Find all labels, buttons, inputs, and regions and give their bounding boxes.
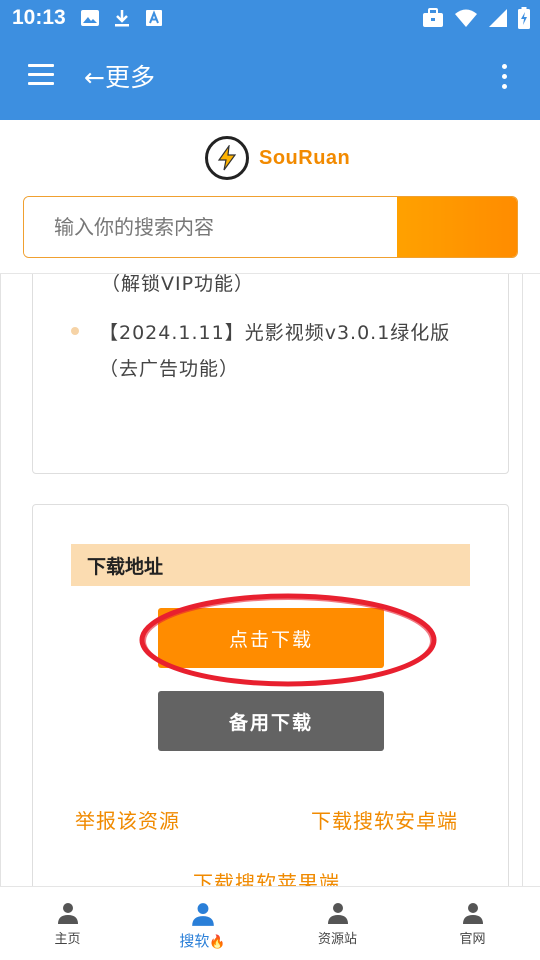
android-app-link[interactable]: 下载搜软安卓端 [311,805,458,834]
version-note: （解锁VIP功能） [101,274,255,295]
download-card: 下载地址 点击下载 备用下载 举报该资源 下载搜软安卓端 下载搜软苹果端 [32,504,509,886]
download-header: 下载地址 [71,544,470,586]
brand-name: SouRuan [259,146,351,169]
nav-label: 主页 [54,932,81,947]
nav-item-home[interactable]: 主页 [0,887,135,960]
page-title[interactable]: ←更多 [84,58,155,94]
person-icon [191,903,214,926]
briefcase-icon [422,8,444,32]
search-input[interactable] [24,197,397,257]
status-bar: 10:13 [0,0,540,36]
search-bar [23,196,518,258]
list-item: 【2024.1.11】光影视频v3.0.1绿化版（去广告功能） [99,322,451,380]
status-time: 10:13 [12,6,66,29]
nav-label: 资源站 [317,932,357,947]
header-area: SouRuan [0,120,540,270]
nav-item-souruan[interactable]: 搜软🔥 [135,887,270,960]
bottom-nav: 主页 搜软🔥 资源站 官网 [0,886,540,960]
download-header-label: 下载地址 [87,556,164,578]
person-icon [57,903,78,924]
nav-item-resources[interactable]: 资源站 [270,887,405,960]
bullet-dot [71,327,79,335]
screen: 10:13 ←更多 SouRuan 输入你的搜索内容 （解锁VIP功能） 【20… [0,0,540,960]
person-icon [327,903,348,924]
signal-icon [488,8,508,32]
red-circle-annotation [139,593,437,687]
app-bar: ←更多 [0,36,540,120]
lightning-logo-icon [205,136,249,180]
nav-item-official[interactable]: 官网 [405,887,540,960]
brand-logo[interactable]: SouRuan [205,136,350,180]
nav-label: 官网 [459,932,486,947]
search-button[interactable] [397,197,517,257]
text-box-icon [144,8,164,28]
version-list-card: （解锁VIP功能） 【2024.1.11】光影视频v3.0.1绿化版（去广告功能… [32,274,509,474]
content-scroll[interactable]: （解锁VIP功能） 【2024.1.11】光影视频v3.0.1绿化版（去广告功能… [0,274,540,886]
report-resource-link[interactable]: 举报该资源 [75,805,180,834]
nav-label: 搜软🔥 [179,932,226,950]
backup-download-button[interactable]: 备用下载 [158,691,384,751]
download-icon [112,8,132,28]
menu-icon[interactable] [24,64,60,92]
more-vert-icon[interactable] [498,64,510,94]
image-icon [80,8,100,28]
person-icon [462,903,483,924]
wifi-icon [454,8,478,32]
battery-icon [518,7,530,33]
ios-app-link[interactable]: 下载搜软苹果端 [193,867,340,886]
fire-badge-icon: 🔥 [209,935,226,950]
